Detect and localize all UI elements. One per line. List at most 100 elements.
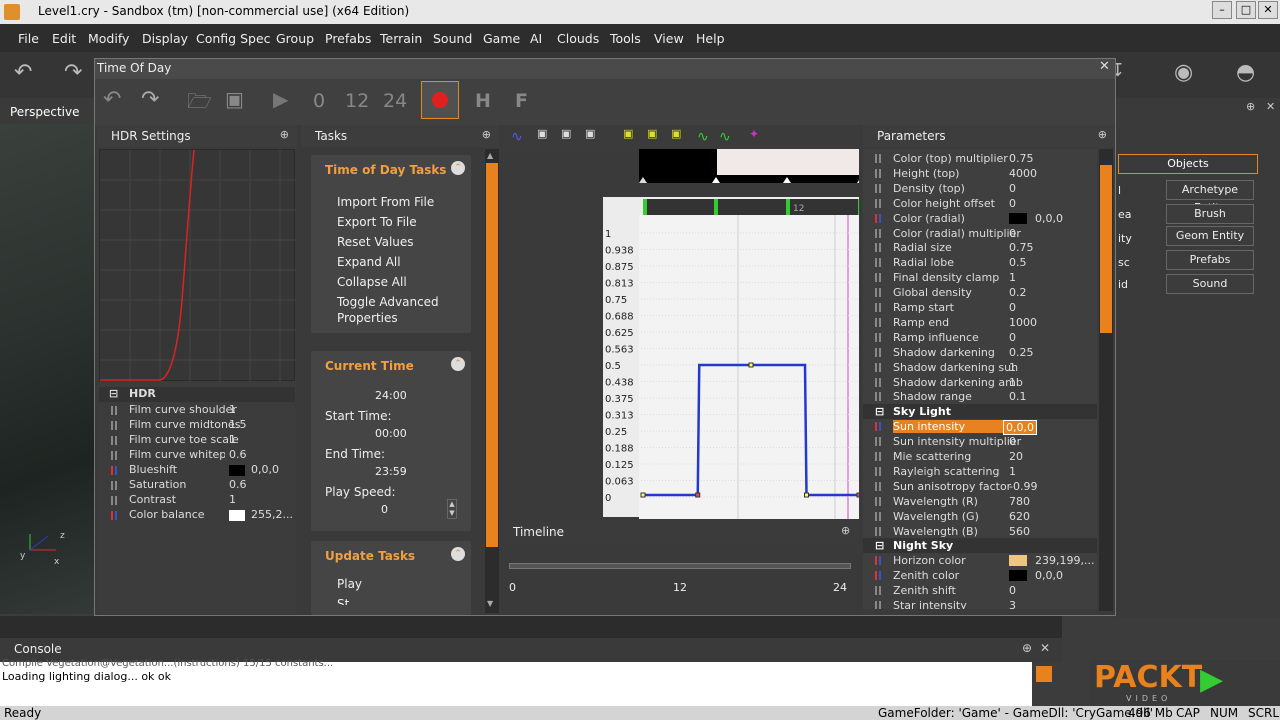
hdr-section[interactable]: ⊟ HDR [99, 387, 295, 402]
undo-icon[interactable]: ↶ [103, 87, 121, 112]
sound-button[interactable]: Sound [1166, 274, 1254, 294]
key-tool-icon[interactable]: ▣ [585, 127, 595, 140]
pin-icon[interactable]: ⊕ [1098, 128, 1107, 141]
param-row[interactable]: Shadow darkening amb 1 [863, 375, 1097, 390]
tod-tasks-header[interactable]: Time of Day Tasks [311, 155, 471, 181]
pin-icon[interactable]: ⊕ [280, 128, 289, 141]
objects-tab[interactable]: Objects [1118, 154, 1258, 174]
menu-modify[interactable]: Modify [88, 31, 129, 46]
pin-icon[interactable]: ⊕ [841, 524, 850, 537]
speed-spinner[interactable]: ▲ ▼ [447, 499, 457, 519]
close-icon[interactable]: ✕ [1266, 100, 1275, 113]
param-row[interactable]: Height (top) 4000 [863, 166, 1097, 181]
param-value[interactable]: 0,0,0 [1035, 569, 1063, 582]
close-button[interactable]: ✕ [1258, 1, 1278, 19]
key-tool-icon[interactable]: ▣ [623, 127, 633, 140]
color-swatch[interactable] [1009, 212, 1027, 224]
param-row[interactable]: Radial lobe 0.5 [863, 255, 1097, 270]
param-row[interactable]: Shadow range 0.1 [863, 389, 1097, 404]
collapse-icon[interactable]: ⌃ [451, 547, 465, 561]
collapse-all-link[interactable]: Collapse All [337, 275, 407, 289]
menu-game[interactable]: Game [483, 31, 520, 46]
current-time-value[interactable]: 24:00 [375, 389, 407, 402]
param-value[interactable]: 1 [1009, 465, 1016, 478]
redo-icon[interactable]: ↷ [141, 87, 159, 112]
tangent-icon[interactable]: ∿ [719, 129, 731, 145]
rollup-left-label[interactable]: sc [1118, 256, 1130, 269]
hdr-row[interactable]: Film curve whitepoir0.6 [99, 448, 295, 463]
collapse-icon[interactable]: ⊟ [875, 539, 884, 552]
menu-ai[interactable]: AI [530, 31, 542, 46]
geom-entity-button[interactable]: Geom Entity [1166, 226, 1254, 246]
brush-button[interactable]: Brush [1166, 204, 1254, 224]
param-row[interactable]: Horizon color 239,199,... [863, 553, 1097, 568]
hdr-row[interactable]: Color balance 255,2... [99, 508, 295, 523]
param-value[interactable]: 0 [1009, 584, 1016, 597]
pin-icon[interactable]: ⊕ [1022, 641, 1032, 655]
toggle-advanced-link[interactable]: Toggle Advanced [337, 295, 439, 309]
collapse-icon[interactable]: ⌃ [451, 357, 465, 371]
h-button[interactable]: H [475, 90, 491, 112]
menu-terrain[interactable]: Terrain [380, 31, 422, 46]
param-value[interactable]: 0 [1009, 197, 1016, 210]
hdr-row[interactable]: Contrast 1 [99, 493, 295, 508]
param-value[interactable]: 560 [1009, 525, 1030, 538]
param-row[interactable]: Final density clamp 1 [863, 270, 1097, 285]
param-value[interactable]: 0 [1009, 331, 1016, 344]
console-scroll-thumb[interactable] [1036, 666, 1052, 682]
ai-icon[interactable]: ◉ [1174, 60, 1193, 85]
param-section[interactable]: ⊟ Sky Light [863, 404, 1097, 420]
menu-clouds[interactable]: Clouds [557, 31, 599, 46]
param-value[interactable]: 620 [1009, 510, 1030, 523]
hdr-row[interactable]: Film curve midtones 1.5 [99, 418, 295, 433]
redo-icon[interactable]: ↷ [64, 60, 82, 85]
menu-sound[interactable]: Sound [433, 31, 472, 46]
start-time-value[interactable]: 00:00 [375, 427, 407, 440]
scroll-up-icon[interactable]: ▲ [487, 151, 493, 160]
play-link[interactable]: Play [337, 577, 362, 591]
color-swatch[interactable] [1009, 555, 1027, 567]
hdr-row[interactable]: Film curve toe scale 1 [99, 433, 295, 448]
menu-config-spec[interactable]: Config Spec [196, 31, 271, 46]
time-24-button[interactable]: 24 [383, 90, 407, 112]
param-value[interactable]: 780 [1009, 495, 1030, 508]
param-row[interactable]: Zenith color 0,0,0 [863, 568, 1097, 583]
key-tool-icon[interactable]: ▣ [561, 127, 571, 140]
color-swatch[interactable] [229, 510, 245, 521]
toggle-advanced-link-line2[interactable]: Properties [337, 311, 398, 325]
play-speed-value[interactable]: 0 [381, 503, 388, 516]
hdr-row[interactable]: Saturation 0.6 [99, 478, 295, 493]
param-row[interactable]: Ramp end 1000 [863, 315, 1097, 330]
collapse-icon[interactable]: ⊟ [109, 387, 118, 400]
scroll-thumb[interactable] [486, 163, 498, 547]
param-row[interactable]: Zenith shift 0 [863, 583, 1097, 598]
perspective-viewport[interactable]: z y x [0, 124, 96, 614]
snap-icon[interactable]: ✦ [749, 127, 759, 141]
param-value[interactable]: 20 [1009, 450, 1023, 463]
menu-tools[interactable]: Tools [610, 31, 641, 46]
menu-file[interactable]: File [18, 31, 39, 46]
minimize-button[interactable]: – [1212, 1, 1232, 19]
play-icon[interactable]: ▶ [273, 87, 288, 111]
hdr-curve-graph[interactable] [99, 149, 296, 382]
param-value[interactable]: 0.75 [1009, 152, 1034, 165]
param-row[interactable]: Color (radial) 0,0,0 [863, 211, 1097, 226]
pin-icon[interactable]: ⊕ [1246, 100, 1255, 113]
color-swatch[interactable] [229, 465, 245, 476]
param-value[interactable]: 1 [1009, 271, 1016, 284]
maximize-button[interactable]: □ [1236, 1, 1256, 19]
param-value[interactable]: 4000 [1009, 167, 1037, 180]
param-value[interactable]: -0.99 [1009, 480, 1037, 493]
param-value[interactable]: 0,0,0 [1003, 420, 1037, 436]
export-to-file-link[interactable]: Export To File [337, 215, 417, 229]
param-value[interactable]: 0.5 [1009, 256, 1027, 269]
rollup-left-label[interactable]: ity [1118, 232, 1132, 245]
menu-display[interactable]: Display [142, 31, 188, 46]
scroll-down-icon[interactable]: ▼ [487, 599, 493, 608]
param-row[interactable]: Mie scattering 20 [863, 449, 1097, 464]
hdr-row[interactable]: Blueshift 0,0,0 [99, 463, 295, 478]
param-value[interactable]: 1 [1009, 361, 1016, 374]
param-row[interactable]: Density (top) 0 [863, 181, 1097, 196]
param-value[interactable]: 0,0,0 [1035, 212, 1063, 225]
param-value[interactable]: 0 [1009, 227, 1016, 240]
